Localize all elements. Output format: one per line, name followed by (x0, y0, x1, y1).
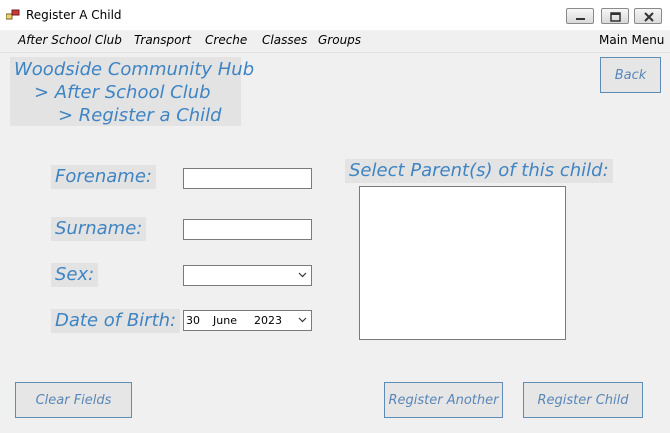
chevron-down-icon (298, 317, 307, 323)
dob-day[interactable]: 30 (186, 314, 200, 327)
menu-item-creche[interactable]: Creche (205, 33, 247, 47)
parents-listbox[interactable] (359, 186, 566, 340)
dob-year[interactable]: 2023 (254, 314, 282, 327)
menu-item-main-menu[interactable]: Main Menu (599, 33, 664, 47)
clear-fields-button[interactable]: Clear Fields (15, 382, 132, 418)
close-button[interactable] (634, 8, 662, 24)
title-bar: Register A Child (0, 0, 670, 30)
back-button[interactable]: Back (600, 57, 661, 93)
dob-month[interactable]: June (213, 314, 237, 327)
register-child-window: Register A Child After School Club Trans… (0, 0, 670, 433)
menu-item-after-school-club[interactable]: After School Club (18, 33, 122, 47)
menu-item-groups[interactable]: Groups (318, 33, 361, 47)
maximize-icon (610, 12, 621, 22)
maximize-button[interactable] (601, 8, 629, 24)
app-icon (6, 9, 20, 20)
forename-label: Forename: (51, 165, 156, 189)
breadcrumb: Woodside Community Hub > After School Cl… (10, 57, 254, 126)
dob-picker[interactable]: 30 June 2023 (183, 310, 312, 331)
dob-label: Date of Birth: (51, 309, 181, 333)
surname-label: Surname: (51, 217, 147, 241)
minimize-icon (576, 18, 585, 20)
menu-item-classes[interactable]: Classes (262, 33, 307, 47)
chevron-down-icon (298, 272, 307, 278)
surname-input[interactable] (183, 219, 312, 240)
sex-label: Sex: (51, 263, 99, 287)
menu-item-transport[interactable]: Transport (134, 33, 191, 47)
parents-label: Select Parent(s) of this child: (345, 159, 613, 183)
forename-input[interactable] (183, 168, 312, 189)
menu-bar: After School Club Transport Creche Class… (0, 30, 670, 53)
close-icon (644, 12, 654, 22)
register-another-button[interactable]: Register Another (384, 382, 503, 418)
sex-dropdown[interactable] (183, 265, 312, 286)
breadcrumb-level-3: > Register a Child (58, 105, 222, 126)
window-title: Register A Child (26, 8, 122, 22)
breadcrumb-level-1: Woodside Community Hub (14, 59, 255, 80)
register-child-button[interactable]: Register Child (523, 382, 643, 418)
minimize-button[interactable] (566, 8, 594, 24)
breadcrumb-level-2: > After School Club (34, 82, 211, 103)
